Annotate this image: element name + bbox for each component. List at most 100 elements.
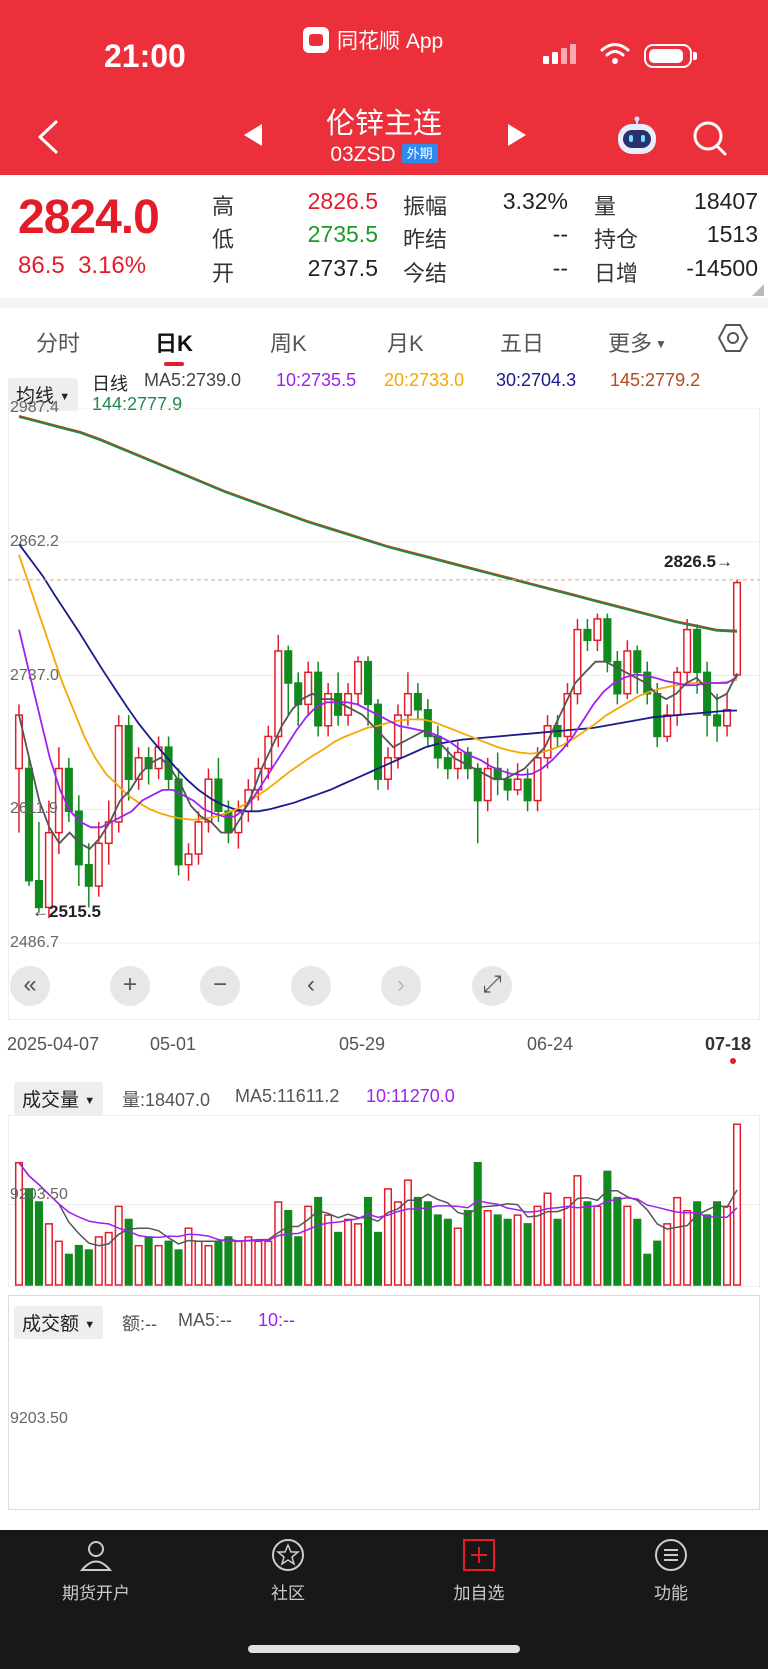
volume-bar [723,1205,732,1286]
volume-bar [363,1196,373,1286]
volume-chart[interactable] [8,1115,760,1287]
next-contract-icon[interactable] [508,124,526,146]
tab-more-label: 更多 [608,331,653,356]
volume-bar [344,1218,353,1286]
volume-bar [254,1240,263,1286]
candle [663,714,672,738]
volume-bar [94,1236,103,1286]
volume-bar [413,1196,422,1286]
settings-icon[interactable] [717,322,749,354]
candle [94,842,103,887]
nav-open-account[interactable]: 期货开户 [36,1537,156,1604]
open-interest-value: 1513 [706,221,758,247]
settle-value: -- [552,255,568,281]
candle [723,708,732,727]
tab-daily-k[interactable]: 日K [155,326,193,358]
active-tab-indicator [164,362,184,366]
candle [473,767,482,802]
volume-bar [473,1161,482,1286]
change-value: 86.5 [18,252,65,279]
volume-bar [653,1240,662,1286]
candle [334,692,343,716]
scroll-right-icon[interactable]: › [381,966,421,1006]
tab-more[interactable]: 更多 ▼ [608,326,667,358]
volume-bar [683,1210,692,1286]
candle [214,778,223,813]
candle [503,778,512,791]
open-value: 2737.5 [307,255,378,281]
candle [403,692,412,716]
volume-bar [44,1223,53,1286]
date-tick: 06-24 [527,1034,574,1054]
period-tabs: 分时 日K 周K 月K 五日 更多 ▼ [0,308,768,364]
volume-bar [234,1240,243,1286]
amount-ma5: MA5:-- [178,1310,232,1330]
low-marker: ←2515.5 [32,902,101,922]
amount-dropdown-label: 成交额 [22,1314,80,1335]
nav-add-watchlist[interactable]: 加自选 [419,1537,539,1604]
chevron-down-icon: ▼ [84,1095,96,1107]
price-change: 86.5 3.16% [18,252,146,280]
volume-bar [613,1196,622,1286]
chart-frame [8,408,760,1020]
volume-bar [643,1253,652,1286]
back-icon[interactable] [34,118,62,156]
volume-bar [373,1231,383,1286]
tab-five-day[interactable]: 五日 [500,326,544,358]
volume-bar [14,1161,24,1286]
y-tick-label: 2486.7 [10,934,59,951]
ma5-value: MA5:2739.0 [144,370,242,390]
amplitude-label: 振幅 [403,194,448,219]
ma-period: 日线 [92,374,128,394]
prev-contract-icon[interactable] [244,124,262,146]
kline-chart[interactable] [8,408,760,1020]
candle [284,650,293,684]
volume-bar [274,1201,283,1286]
tab-monthly-k[interactable]: 月K [387,326,424,358]
chevron-down-icon: ▼ [84,1319,96,1331]
date-tick: 05-29 [339,1034,386,1054]
volume-bar [74,1244,83,1286]
candle [513,778,522,791]
volume-bar [523,1223,532,1286]
open-label: 开 [212,261,235,286]
tab-weekly-k[interactable]: 周K [270,326,307,358]
volume-dropdown-label: 成交量 [22,1090,80,1111]
volume-bar [583,1201,592,1286]
battery-icon [644,44,697,68]
candle [124,725,133,780]
robot-assistant-icon[interactable] [614,116,660,156]
wifi-icon [600,43,630,64]
volume-dropdown[interactable]: 成交量 ▼ [14,1082,104,1115]
scroll-left-icon[interactable]: ‹ [291,966,331,1006]
volume-bar [114,1205,123,1286]
divider [0,298,768,308]
volume-bar [713,1201,722,1286]
volume-bar [214,1240,223,1286]
fullscreen-icon[interactable]: ⤢ [472,966,512,1006]
nav-community[interactable]: 社区 [228,1537,348,1604]
market-tag: 外期 [401,144,438,163]
prev-settle-label: 昨结 [403,227,448,252]
amount-current: 额:-- [122,1314,157,1334]
candle [732,581,742,676]
volume-bar [493,1214,502,1286]
nav-functions[interactable]: 功能 [611,1537,731,1604]
volume-bar [154,1244,163,1286]
zoom-out-icon[interactable]: − [200,966,240,1006]
amplitude-value: 3.32% [502,188,568,214]
candle [354,660,363,695]
zoom-in-icon[interactable]: + [110,966,150,1006]
candle [693,628,702,674]
tab-intraday[interactable]: 分时 [36,326,80,358]
search-icon[interactable] [691,118,729,158]
change-percent: 3.16% [78,252,147,279]
corner-expand-icon[interactable] [752,284,764,296]
collapse-icon[interactable]: « [10,966,50,1006]
high-value: 2826.5 [307,188,378,214]
open-interest-label: 持仓 [594,227,639,252]
chevron-down-icon: ▼ [59,391,71,403]
last-price: 2824.0 [18,191,160,244]
amount-dropdown[interactable]: 成交额 ▼ [14,1306,104,1339]
volume-bar [623,1205,632,1286]
